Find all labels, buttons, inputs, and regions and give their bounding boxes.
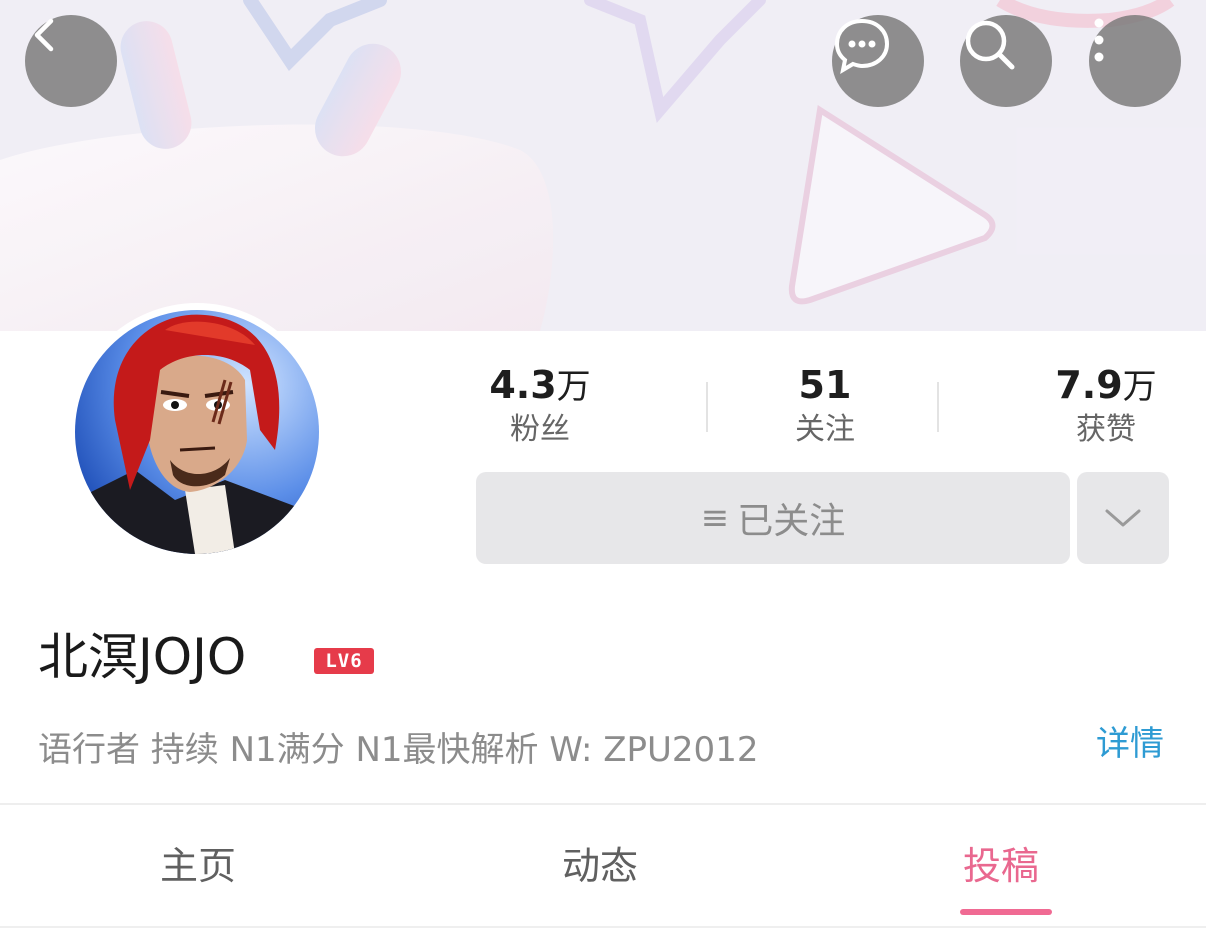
profile-bio: 语行者 持续 N1满分 N1最快解析 W: ZPU2012 — [38, 730, 759, 770]
stat-divider — [937, 382, 939, 432]
chat-bubble-icon — [834, 18, 890, 75]
more-vertical-icon — [1094, 18, 1104, 62]
following-count: 51 — [798, 363, 852, 407]
likes-stat[interactable]: 7.9万 获赞 — [1036, 362, 1176, 450]
search-icon — [965, 20, 1015, 70]
menu-lines-icon: ≡ — [700, 498, 730, 538]
followed-button-label: 已关注 — [737, 501, 846, 542]
username: 北溟JOJO — [38, 628, 247, 686]
following-stat[interactable]: 51 关注 — [755, 362, 895, 450]
active-tab-indicator — [960, 909, 1052, 915]
search-button[interactable] — [960, 15, 1052, 107]
detail-link[interactable]: 详情 — [1096, 720, 1164, 768]
message-button[interactable] — [832, 15, 924, 107]
followed-button[interactable]: ≡ 已关注 — [476, 472, 1070, 564]
chevron-down-icon — [1105, 509, 1141, 527]
fans-stat[interactable]: 4.3万 粉丝 — [470, 362, 610, 450]
stat-divider — [706, 382, 708, 432]
more-button[interactable] — [1089, 15, 1181, 107]
avatar-image — [75, 310, 319, 554]
follow-options-button[interactable] — [1077, 472, 1169, 564]
tab-home[interactable]: 主页 — [160, 840, 236, 892]
following-label: 关注 — [795, 412, 855, 447]
profile-banner — [0, 0, 1206, 331]
tab-posts[interactable]: 投稿 — [963, 840, 1039, 892]
tab-dynamics[interactable]: 动态 — [562, 840, 638, 892]
fans-label: 粉丝 — [510, 412, 570, 447]
likes-label: 获赞 — [1076, 412, 1136, 447]
fans-count: 4.3万 — [489, 363, 591, 407]
section-divider — [0, 803, 1206, 805]
level-badge: LV6 — [314, 648, 374, 674]
likes-count: 7.9万 — [1055, 363, 1157, 407]
chevron-left-icon — [34, 18, 54, 52]
back-button[interactable] — [25, 15, 117, 107]
tabs-bottom-border — [0, 926, 1206, 928]
avatar[interactable] — [68, 303, 326, 561]
